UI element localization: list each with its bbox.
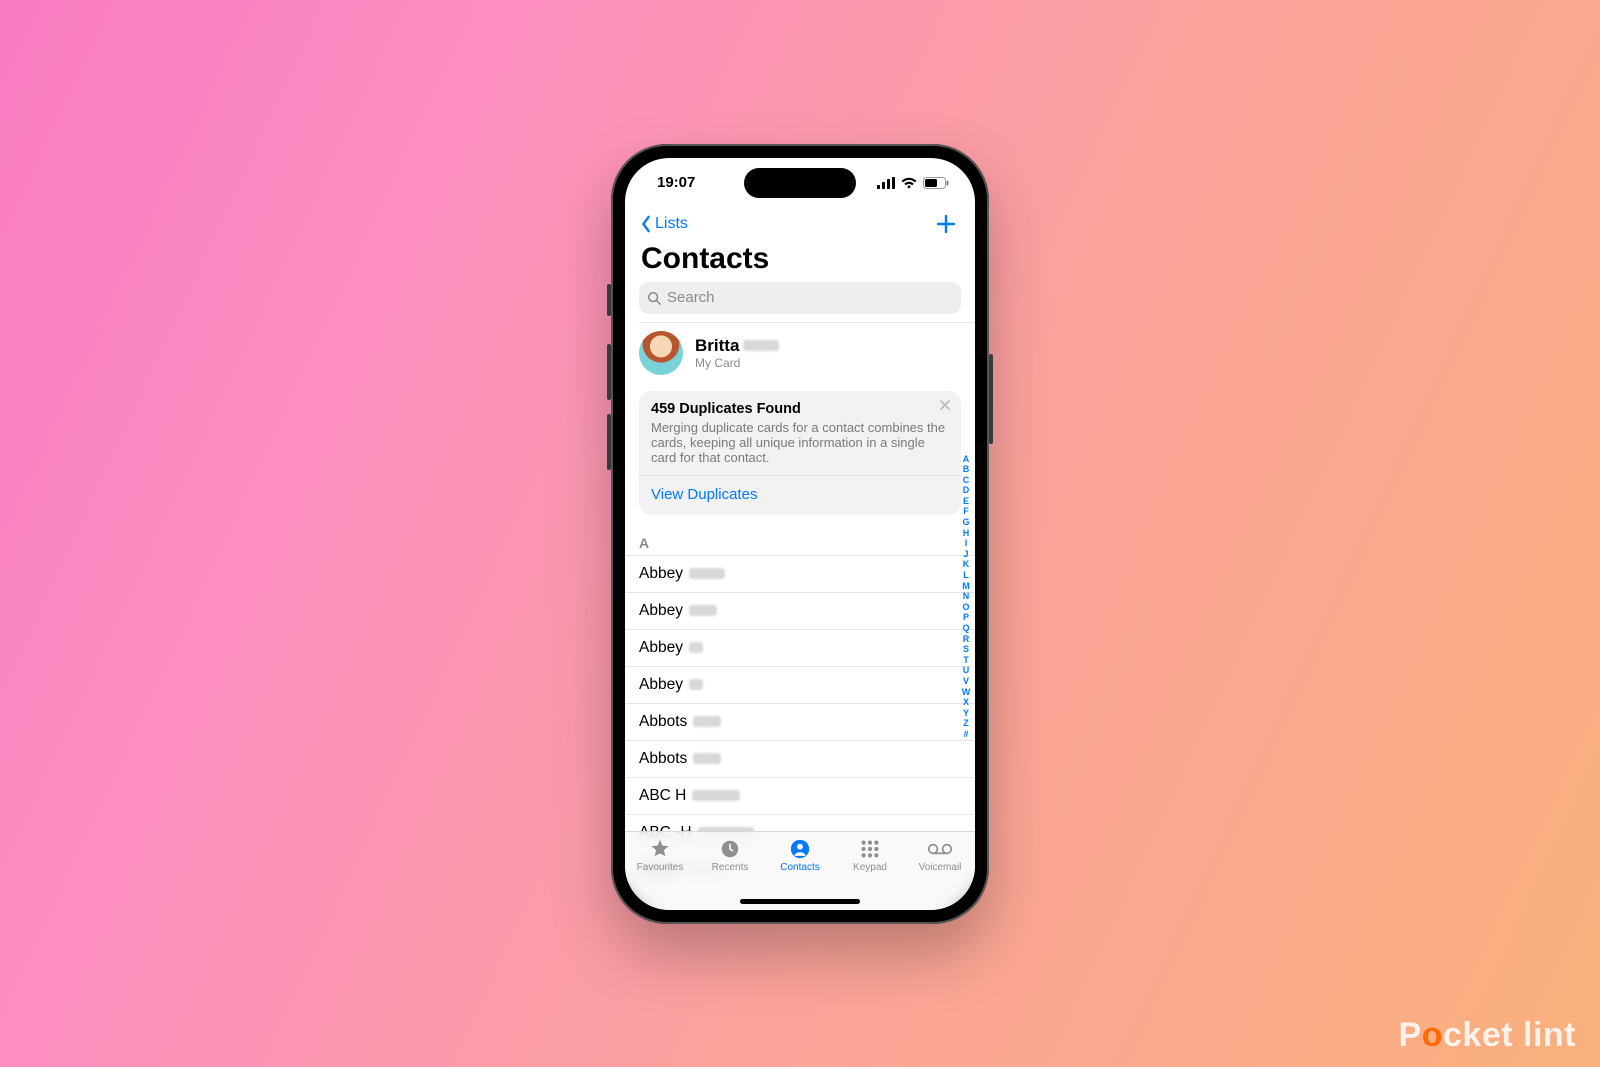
- person-icon: [789, 838, 811, 860]
- clock-icon: [719, 838, 741, 860]
- search-input[interactable]: Search: [639, 282, 961, 314]
- redacted-text: [689, 642, 703, 653]
- list-item[interactable]: Abbey: [625, 555, 975, 592]
- my-card-name: Britta: [695, 336, 739, 356]
- tab-voicemail[interactable]: Voicemail: [910, 838, 970, 873]
- keypad-icon: [859, 838, 881, 860]
- voicemail-icon: [927, 838, 953, 860]
- my-card-subtitle: My Card: [695, 356, 779, 370]
- list-item[interactable]: Abbey: [625, 629, 975, 666]
- volume-up-button: [607, 344, 611, 400]
- plus-icon: [935, 213, 957, 235]
- search-icon: [647, 291, 661, 305]
- tab-favourites[interactable]: Favourites: [630, 838, 690, 873]
- status-time: 19:07: [657, 174, 695, 191]
- redacted-text: [693, 716, 721, 727]
- mute-switch: [607, 284, 611, 316]
- tab-recents[interactable]: Recents: [700, 838, 760, 873]
- list-item[interactable]: Abbey: [625, 666, 975, 703]
- list-item[interactable]: ABC H: [625, 777, 975, 814]
- stage: Pocket lint 19:07: [0, 0, 1600, 1067]
- power-button: [989, 354, 993, 444]
- duplicates-card: 459 Duplicates Found Merging duplicate c…: [639, 391, 961, 515]
- add-button[interactable]: [935, 213, 961, 235]
- wifi-icon: [901, 177, 917, 189]
- redacted-text: [743, 340, 779, 351]
- volume-down-button: [607, 414, 611, 470]
- redacted-text: [692, 790, 740, 801]
- list-item[interactable]: Abbots: [625, 740, 975, 777]
- view-duplicates-link[interactable]: View Duplicates: [651, 476, 949, 515]
- nav-bar: Lists: [625, 208, 975, 240]
- tab-label: Recents: [712, 862, 749, 873]
- my-card-row[interactable]: Britta My Card: [625, 323, 975, 385]
- tab-label: Voicemail: [919, 862, 962, 873]
- avatar: [639, 331, 683, 375]
- screen: 19:07: [625, 158, 975, 910]
- close-button[interactable]: [939, 399, 951, 411]
- list-item[interactable]: Abbots: [625, 703, 975, 740]
- chevron-left-icon: [639, 215, 653, 233]
- tab-bar: Favourites Recents Contacts: [625, 831, 975, 910]
- page-title: Contacts: [625, 240, 975, 282]
- close-icon: [939, 399, 951, 411]
- list-item[interactable]: Abbey: [625, 592, 975, 629]
- alphabet-index[interactable]: ABCDEFGHIJKLMNOPQRSTUVWXYZ#: [959, 454, 973, 740]
- back-button[interactable]: Lists: [639, 215, 688, 233]
- watermark: Pocket lint: [1399, 1016, 1576, 1055]
- cellular-icon: [877, 177, 895, 189]
- home-indicator[interactable]: [740, 899, 860, 904]
- redacted-text: [693, 753, 721, 764]
- tab-label: Favourites: [637, 862, 684, 873]
- redacted-text: [689, 605, 717, 616]
- tab-contacts[interactable]: Contacts: [770, 838, 830, 873]
- dynamic-island: [744, 168, 856, 198]
- phone-frame: 19:07: [611, 144, 989, 924]
- redacted-text: [689, 568, 725, 579]
- search-placeholder: Search: [667, 289, 715, 306]
- section-header-a: A: [625, 527, 975, 555]
- duplicates-title: 459 Duplicates Found: [651, 401, 949, 417]
- tab-keypad[interactable]: Keypad: [840, 838, 900, 873]
- duplicates-body: Merging duplicate cards for a contact co…: [651, 420, 949, 465]
- star-icon: [649, 838, 671, 860]
- battery-icon: [923, 177, 949, 189]
- redacted-text: [689, 679, 703, 690]
- tab-label: Keypad: [853, 862, 887, 873]
- back-label: Lists: [655, 215, 688, 233]
- tab-label: Contacts: [780, 862, 819, 873]
